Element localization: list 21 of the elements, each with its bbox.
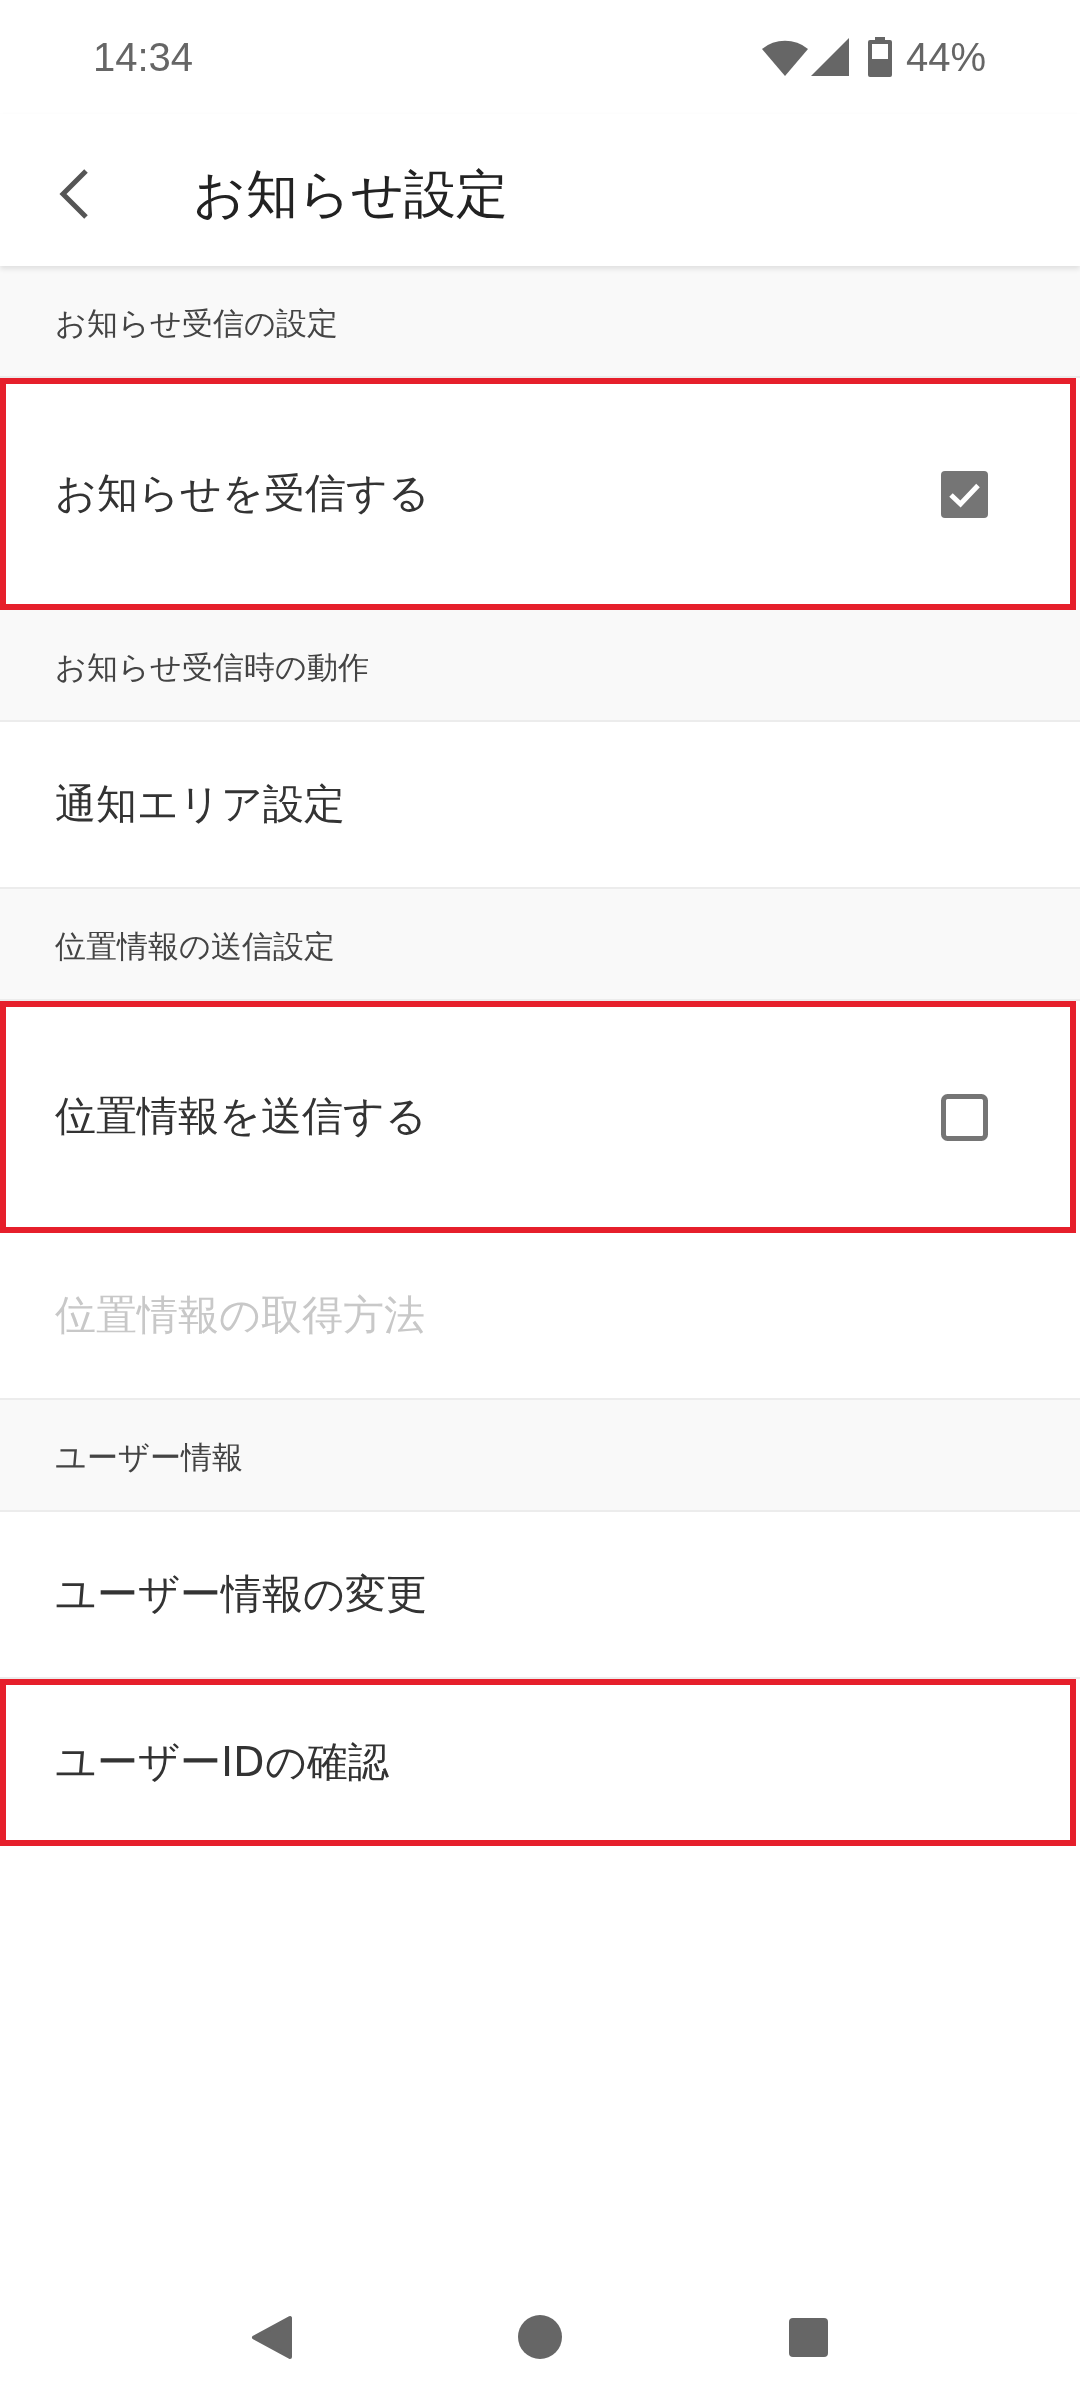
settings-item[interactable]: お知らせを受信する (55, 469, 430, 519)
battery-icon (867, 37, 892, 77)
settings-item[interactable]: ユーザー情報の変更 (55, 1569, 427, 1620)
section-header: 位置情報の送信設定 (55, 928, 335, 966)
section-header: ユーザー情報 (55, 1439, 243, 1477)
back-icon[interactable] (251, 2314, 293, 2360)
settings-item[interactable]: 位置情報を送信する (55, 1092, 427, 1142)
settings-item[interactable]: ユーザーIDの確認 (55, 1737, 389, 1788)
settings-item[interactable]: 通知エリア設定 (55, 779, 345, 830)
section-header: お知らせ受信時の動作 (55, 649, 369, 687)
home-icon[interactable] (518, 2315, 562, 2359)
recents-icon[interactable] (788, 2317, 828, 2357)
wifi-icon (761, 38, 808, 76)
screen-title: お知らせ設定 (193, 162, 508, 226)
checkbox[interactable] (941, 470, 988, 518)
section-header: お知らせ受信の設定 (55, 305, 338, 343)
signal-icon (810, 38, 849, 76)
chevron-left-icon[interactable] (58, 168, 90, 220)
checkbox[interactable] (941, 1093, 988, 1141)
status-time: 14:34 (93, 37, 194, 77)
battery-percentage: 44% (905, 37, 986, 77)
